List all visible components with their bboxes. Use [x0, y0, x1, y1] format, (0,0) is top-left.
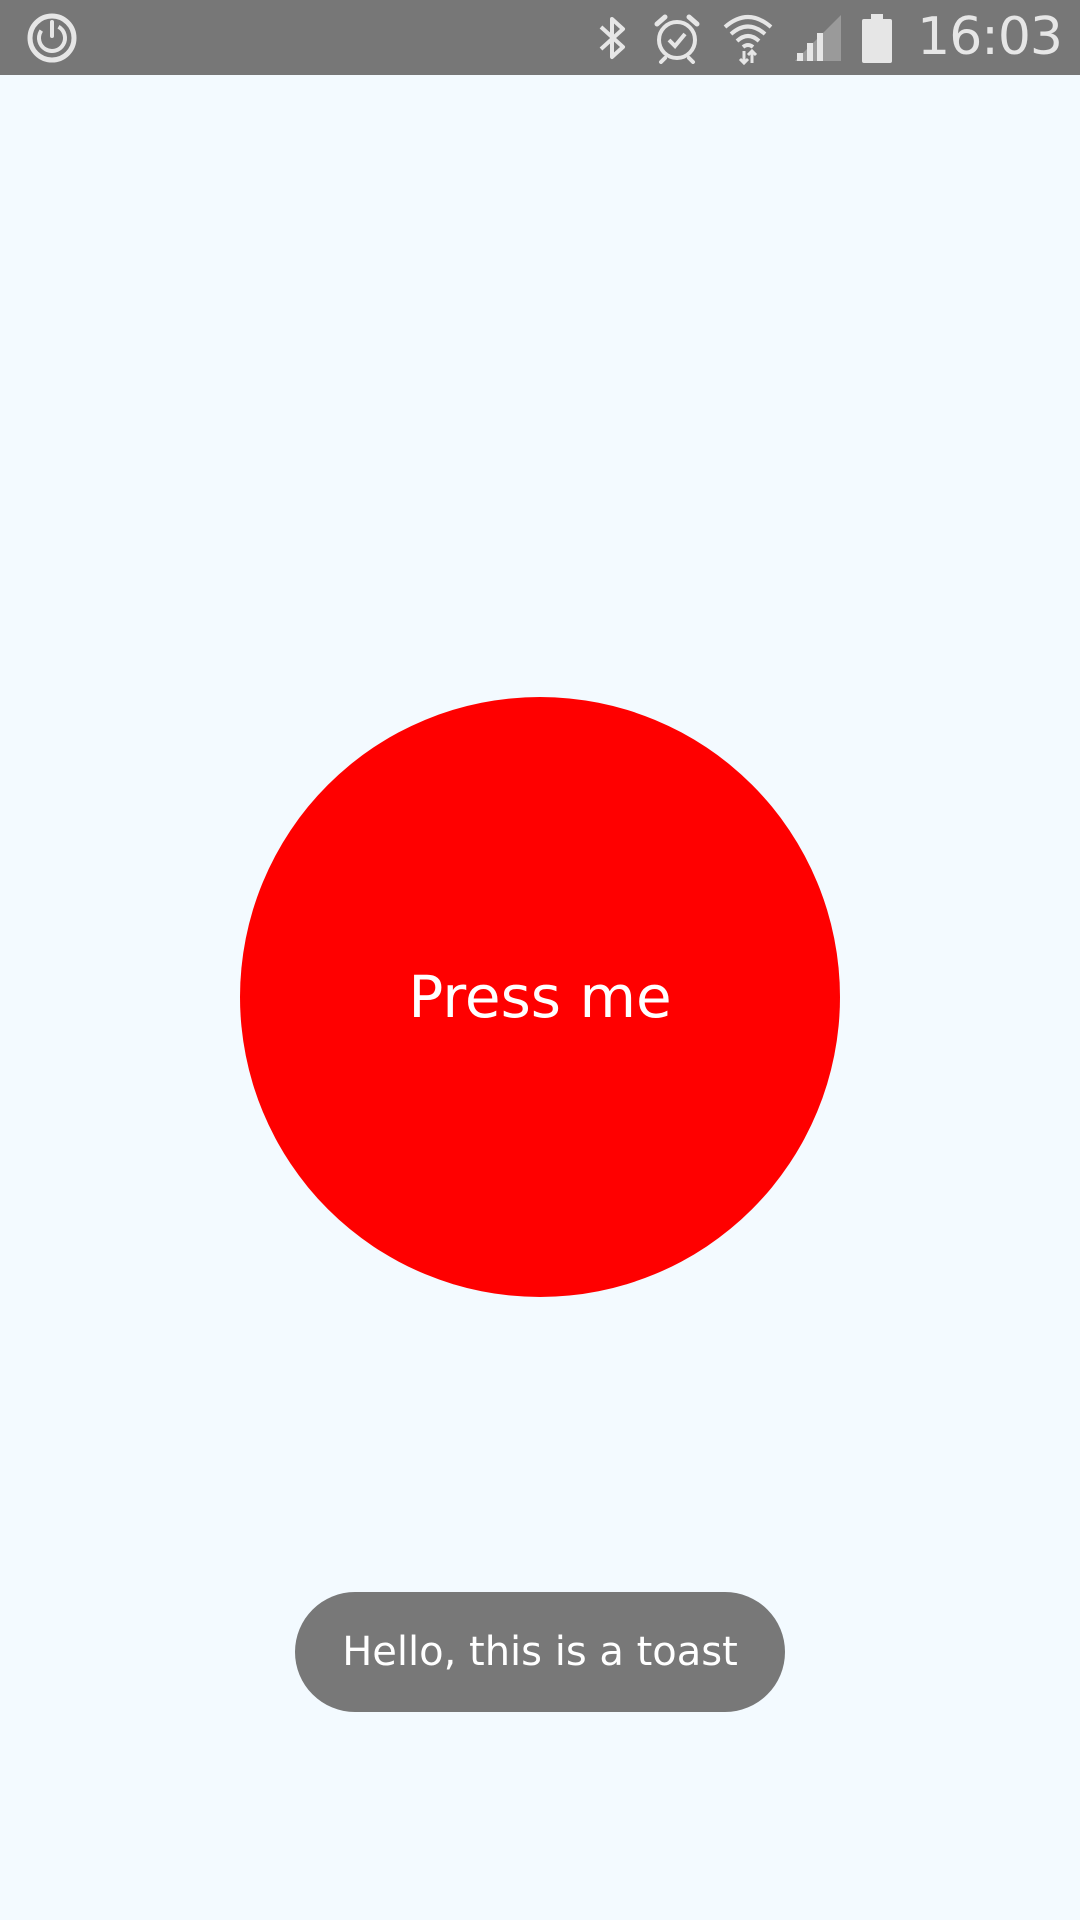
battery-icon — [861, 12, 893, 64]
press-me-button[interactable]: Press me — [240, 697, 840, 1297]
status-icons: 16:03 — [593, 0, 1063, 75]
main-content: Press me Hello, this is a toast — [0, 75, 1080, 1920]
toast-text: Hello, this is a toast — [342, 1629, 738, 1675]
alarm-icon — [651, 12, 703, 64]
wifi-icon — [721, 11, 775, 65]
bluetooth-icon — [593, 13, 633, 63]
sync-power-icon — [24, 10, 80, 66]
press-me-label: Press me — [408, 963, 672, 1031]
status-time: 16:03 — [917, 7, 1063, 67]
status-bar: 16:03 — [0, 0, 1080, 75]
cell-signal-icon — [793, 13, 843, 63]
toast-message: Hello, this is a toast — [295, 1592, 785, 1712]
